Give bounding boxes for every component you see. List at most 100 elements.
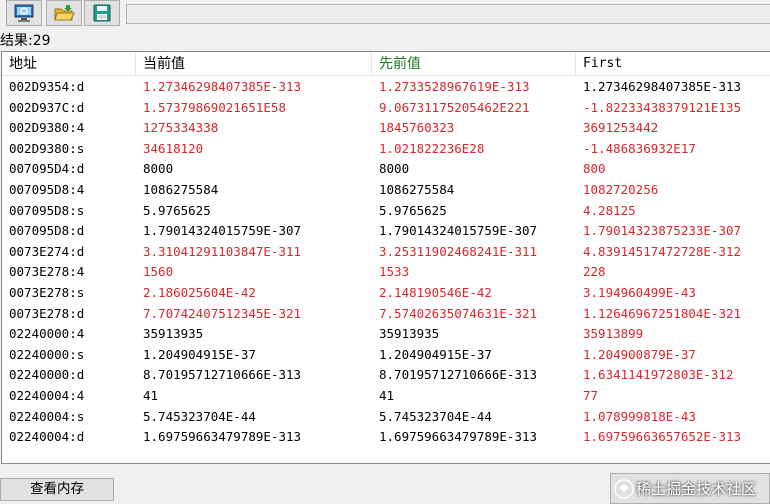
column-header-address[interactable]: 地址 [2, 52, 136, 76]
current-value-cell: 1275334338 [143, 120, 219, 136]
previous-value-cell: 3.25311902468241E-311 [379, 243, 538, 259]
table-row[interactable]: 002D937C:d 1.57379869021651E58 9.067311752… [2, 98, 770, 119]
results-table[interactable]: 地址 当前值 先前值 First 002D9354:d 1.27346298407… [1, 51, 770, 464]
previous-value-cell: 1.204904915E-37 [379, 346, 492, 362]
current-value-cell: 1.204904915E-37 [143, 346, 256, 362]
table-row[interactable]: 02240000:d 8.70195712710666E-313 8.7019571… [2, 365, 770, 386]
result-count-label: 结果:29 [0, 33, 51, 49]
table-row[interactable]: 002D9380:s 34618120 1.021822236E28 -1.48683… [2, 139, 770, 160]
first-value-cell: 800 [583, 161, 606, 177]
current-value-cell: 1086275584 [143, 181, 219, 197]
current-value-cell: 8.70195712710666E-313 [143, 367, 302, 383]
open-folder-button[interactable] [46, 0, 82, 26]
table-row[interactable]: 007095D8:4 1086275584 1086275584 1082720256 [2, 180, 770, 201]
current-value-cell: 8000 [143, 161, 174, 177]
previous-value-cell: 9.06731175205462E221 [379, 99, 530, 115]
table-row[interactable]: 02240004:4 41 41 77 [2, 386, 770, 407]
current-value-cell: 41 [143, 387, 159, 403]
previous-value-cell: 1.021822236E28 [379, 140, 485, 156]
previous-value-cell: 8.70195712710666E-313 [379, 367, 538, 383]
first-value-cell: 1.69759663657652E-313 [583, 429, 742, 445]
address-cell: 02240000:4 [9, 326, 85, 342]
previous-value-cell: 1.2733528967619E-313 [379, 79, 530, 94]
current-value-cell: 1.69759663479789E-313 [143, 429, 302, 445]
previous-value-cell: 1845760323 [379, 120, 455, 136]
current-value-cell: 3.31041291103847E-311 [143, 243, 302, 259]
first-value-cell: 1.27346298407385E-313 [583, 79, 742, 94]
address-cell: 007095D4:d [9, 161, 85, 177]
address-cell: 02240000:d [9, 367, 85, 383]
view-memory-button[interactable]: 查看内存 [0, 478, 114, 501]
first-value-cell: -1.486836932E17 [583, 140, 696, 156]
table-row[interactable]: 007095D4:d 8000 8000 800 [2, 159, 770, 180]
previous-value-cell: 41 [379, 387, 395, 403]
address-cell: 0073E278:4 [9, 264, 85, 280]
table-row[interactable]: 007095D8:d 1.79014324015759E-307 1.7901432… [2, 221, 770, 242]
first-value-cell: 1.6341141972803E-312 [583, 367, 734, 383]
table-row[interactable]: 007095D8:s 5.9765625 5.9765625 4.28125 [2, 201, 770, 222]
juejin-logo-icon [614, 479, 634, 499]
table-row[interactable]: 0073E274:d 3.31041291103847E-311 3.2531190… [2, 242, 770, 263]
previous-value-cell: 1086275584 [379, 181, 455, 197]
table-row[interactable]: 002D9354:d 1.27346298407385E-313 1.2733528… [2, 77, 770, 98]
monitor-search-button[interactable] [6, 0, 42, 26]
first-value-cell: 1.204900879E-37 [583, 346, 696, 362]
watermark-text: 稀土掘金技术社区 [636, 480, 757, 498]
address-cell: 007095D8:4 [9, 181, 85, 197]
first-value-cell: 35913899 [583, 326, 644, 342]
first-value-cell: 228 [583, 264, 606, 280]
table-row[interactable]: 0073E278:4 1560 1533 228 [2, 262, 770, 283]
table-row[interactable]: 0073E278:d 7.70742407512345E-321 7.5740263… [2, 304, 770, 325]
current-value-cell: 7.70742407512345E-321 [143, 305, 302, 321]
table-header: 地址 当前值 先前值 First [2, 52, 770, 76]
previous-value-cell: 1533 [379, 264, 410, 280]
table-row[interactable]: 02240004:s 5.745323704E-44 5.745323704E-44… [2, 407, 770, 428]
current-value-cell: 5.745323704E-44 [143, 408, 256, 424]
current-value-cell: 2.186025604E-42 [143, 284, 256, 300]
address-cell: 0073E274:d [9, 243, 85, 259]
current-value-cell: 1.57379869021651E58 [143, 99, 286, 115]
address-cell: 007095D8:d [9, 223, 85, 239]
address-cell: 002D9354:d [9, 79, 85, 94]
table-row[interactable]: 0073E278:s 2.186025604E-42 2.148190546E-42… [2, 283, 770, 304]
monitor-search-icon [14, 4, 34, 22]
first-value-cell: 1082720256 [583, 181, 659, 197]
previous-value-cell: 1.69759663479789E-313 [379, 429, 538, 445]
current-value-cell: 1560 [143, 264, 174, 280]
previous-value-cell: 5.745323704E-44 [379, 408, 492, 424]
column-header-current-value[interactable]: 当前值 [136, 52, 372, 76]
first-value-cell: 4.28125 [583, 202, 636, 218]
table-row[interactable]: 002D9380:4 1275334338 1845760323 3691253442 [2, 118, 770, 139]
address-cell: 002D9380:s [9, 140, 85, 156]
first-value-cell: 3.194960499E-43 [583, 284, 696, 300]
table-body: 002D9354:d 1.27346298407385E-313 1.2733528… [2, 77, 770, 448]
address-cell: 02240004:d [9, 429, 85, 445]
address-cell: 0073E278:d [9, 305, 85, 321]
table-row[interactable]: 02240004:d 1.69759663479789E-313 1.6975966… [2, 427, 770, 448]
save-button[interactable] [84, 0, 120, 26]
current-value-cell: 35913935 [143, 326, 204, 342]
first-value-cell: 1.078999818E-43 [583, 408, 696, 424]
first-value-cell: 1.12646967251804E-321 [583, 305, 742, 321]
current-value-cell: 1.79014324015759E-307 [143, 223, 302, 239]
address-cell: 02240000:s [9, 346, 85, 362]
address-cell: 002D937C:d [9, 99, 85, 115]
column-header-first[interactable]: First [576, 52, 770, 76]
first-value-cell: 1.79014323875233E-307 [583, 223, 742, 239]
previous-value-cell: 1.79014324015759E-307 [379, 223, 538, 239]
current-value-cell: 5.9765625 [143, 202, 211, 218]
column-header-previous-value[interactable]: 先前值 [372, 52, 576, 76]
save-disk-icon [93, 4, 111, 22]
previous-value-cell: 2.148190546E-42 [379, 284, 492, 300]
address-cell: 02240004:4 [9, 387, 85, 403]
first-value-cell: 77 [583, 387, 599, 403]
address-cell: 007095D8:s [9, 202, 85, 218]
address-input[interactable] [126, 4, 770, 24]
address-cell: 0073E278:s [9, 284, 85, 300]
previous-value-cell: 5.9765625 [379, 202, 447, 218]
watermark: 稀土掘金技术社区 [614, 478, 756, 500]
table-row[interactable]: 02240000:4 35913935 35913935 35913899 [2, 324, 770, 345]
table-row[interactable]: 02240000:s 1.204904915E-37 1.204904915E-37… [2, 345, 770, 366]
previous-value-cell: 8000 [379, 161, 410, 177]
address-cell: 002D9380:4 [9, 120, 85, 136]
